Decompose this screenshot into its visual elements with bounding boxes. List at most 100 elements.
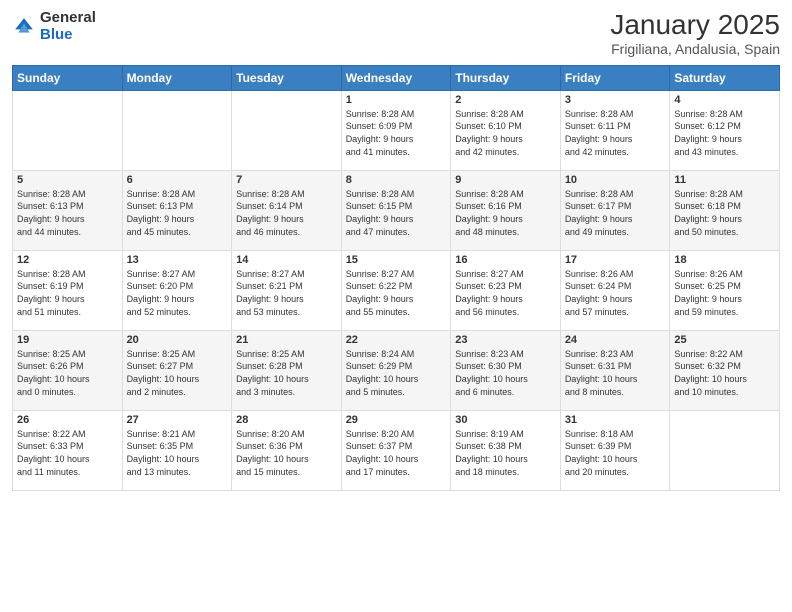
day-info: Sunrise: 8:23 AM Sunset: 6:31 PM Dayligh… — [565, 348, 666, 398]
day-number: 19 — [17, 334, 118, 346]
page: General Blue January 2025 Frigiliana, An… — [0, 0, 792, 612]
day-info: Sunrise: 8:27 AM Sunset: 6:21 PM Dayligh… — [236, 268, 337, 318]
table-row: 10 Sunrise: 8:28 AM Sunset: 6:17 PM Dayli… — [560, 170, 670, 250]
calendar-week-row: 19 Sunrise: 8:25 AM Sunset: 6:26 PM Dayli… — [13, 330, 780, 410]
table-row: 2 Sunrise: 8:28 AM Sunset: 6:10 PM Daylig… — [451, 90, 561, 170]
day-number: 8 — [346, 174, 447, 186]
day-info: Sunrise: 8:19 AM Sunset: 6:38 PM Dayligh… — [455, 428, 556, 478]
day-number: 11 — [674, 174, 775, 186]
day-number: 17 — [565, 254, 666, 266]
day-number: 15 — [346, 254, 447, 266]
day-info: Sunrise: 8:28 AM Sunset: 6:11 PM Dayligh… — [565, 108, 666, 158]
table-row — [232, 90, 342, 170]
day-info: Sunrise: 8:27 AM Sunset: 6:20 PM Dayligh… — [127, 268, 228, 318]
table-row: 26Sunrise: 8:22 AM Sunset: 6:33 PM Dayli… — [13, 410, 123, 490]
day-info: Sunrise: 8:26 AM Sunset: 6:25 PM Dayligh… — [674, 268, 775, 318]
day-info: Sunrise: 8:23 AM Sunset: 6:30 PM Dayligh… — [455, 348, 556, 398]
day-info: Sunrise: 8:28 AM Sunset: 6:14 PM Dayligh… — [236, 188, 337, 238]
logo-icon — [12, 15, 36, 39]
table-row: 6 Sunrise: 8:28 AM Sunset: 6:13 PM Daylig… — [122, 170, 232, 250]
table-row: 23Sunrise: 8:23 AM Sunset: 6:30 PM Dayli… — [451, 330, 561, 410]
table-row — [670, 410, 780, 490]
day-number: 27 — [127, 414, 228, 426]
day-info: Sunrise: 8:18 AM Sunset: 6:39 PM Dayligh… — [565, 428, 666, 478]
header-monday: Monday — [122, 65, 232, 90]
day-info: Sunrise: 8:21 AM Sunset: 6:35 PM Dayligh… — [127, 428, 228, 478]
day-info: Sunrise: 8:28 AM Sunset: 6:13 PM Dayligh… — [127, 188, 228, 238]
day-number: 6 — [127, 174, 228, 186]
day-number: 2 — [455, 94, 556, 106]
weekday-header-row: Sunday Monday Tuesday Wednesday Thursday… — [13, 65, 780, 90]
day-info: Sunrise: 8:27 AM Sunset: 6:22 PM Dayligh… — [346, 268, 447, 318]
day-number: 12 — [17, 254, 118, 266]
day-info: Sunrise: 8:26 AM Sunset: 6:24 PM Dayligh… — [565, 268, 666, 318]
day-info: Sunrise: 8:22 AM Sunset: 6:32 PM Dayligh… — [674, 348, 775, 398]
day-info: Sunrise: 8:28 AM Sunset: 6:12 PM Dayligh… — [674, 108, 775, 158]
day-info: Sunrise: 8:28 AM Sunset: 6:19 PM Dayligh… — [17, 268, 118, 318]
day-info: Sunrise: 8:28 AM Sunset: 6:18 PM Dayligh… — [674, 188, 775, 238]
day-info: Sunrise: 8:24 AM Sunset: 6:29 PM Dayligh… — [346, 348, 447, 398]
table-row: 17 Sunrise: 8:26 AM Sunset: 6:24 PM Dayli… — [560, 250, 670, 330]
calendar-subtitle: Frigiliana, Andalusia, Spain — [610, 41, 780, 57]
day-info: Sunrise: 8:28 AM Sunset: 6:15 PM Dayligh… — [346, 188, 447, 238]
table-row: 8 Sunrise: 8:28 AM Sunset: 6:15 PM Daylig… — [341, 170, 451, 250]
table-row — [13, 90, 123, 170]
day-info: Sunrise: 8:28 AM Sunset: 6:13 PM Dayligh… — [17, 188, 118, 238]
calendar-week-row: 5 Sunrise: 8:28 AM Sunset: 6:13 PM Daylig… — [13, 170, 780, 250]
day-info: Sunrise: 8:20 AM Sunset: 6:36 PM Dayligh… — [236, 428, 337, 478]
day-number: 22 — [346, 334, 447, 346]
header: General Blue January 2025 Frigiliana, An… — [12, 10, 780, 57]
day-number: 31 — [565, 414, 666, 426]
table-row: 14Sunrise: 8:27 AM Sunset: 6:21 PM Dayli… — [232, 250, 342, 330]
day-number: 5 — [17, 174, 118, 186]
day-number: 29 — [346, 414, 447, 426]
table-row — [122, 90, 232, 170]
table-row: 28 Sunrise: 8:20 AM Sunset: 6:36 PM Dayli… — [232, 410, 342, 490]
header-tuesday: Tuesday — [232, 65, 342, 90]
calendar-table: Sunday Monday Tuesday Wednesday Thursday… — [12, 65, 780, 491]
logo: General Blue — [12, 10, 96, 43]
calendar-week-row: 1Sunrise: 8:28 AM Sunset: 6:09 PM Daylig… — [13, 90, 780, 170]
title-block: January 2025 Frigiliana, Andalusia, Spai… — [610, 10, 780, 57]
table-row: 9 Sunrise: 8:28 AM Sunset: 6:16 PM Daylig… — [451, 170, 561, 250]
day-number: 28 — [236, 414, 337, 426]
day-info: Sunrise: 8:28 AM Sunset: 6:17 PM Dayligh… — [565, 188, 666, 238]
day-number: 10 — [565, 174, 666, 186]
day-number: 9 — [455, 174, 556, 186]
table-row: 3 Sunrise: 8:28 AM Sunset: 6:11 PM Daylig… — [560, 90, 670, 170]
calendar-week-row: 12 Sunrise: 8:28 AM Sunset: 6:19 PM Dayli… — [13, 250, 780, 330]
table-row: 25 Sunrise: 8:22 AM Sunset: 6:32 PM Dayli… — [670, 330, 780, 410]
table-row: 30Sunrise: 8:19 AM Sunset: 6:38 PM Dayli… — [451, 410, 561, 490]
header-friday: Friday — [560, 65, 670, 90]
day-info: Sunrise: 8:25 AM Sunset: 6:26 PM Dayligh… — [17, 348, 118, 398]
table-row: 20Sunrise: 8:25 AM Sunset: 6:27 PM Dayli… — [122, 330, 232, 410]
day-number: 21 — [236, 334, 337, 346]
calendar-week-row: 26Sunrise: 8:22 AM Sunset: 6:33 PM Dayli… — [13, 410, 780, 490]
day-number: 4 — [674, 94, 775, 106]
logo-text: General Blue — [40, 10, 96, 43]
day-info: Sunrise: 8:28 AM Sunset: 6:10 PM Dayligh… — [455, 108, 556, 158]
day-number: 13 — [127, 254, 228, 266]
day-number: 25 — [674, 334, 775, 346]
header-wednesday: Wednesday — [341, 65, 451, 90]
day-info: Sunrise: 8:20 AM Sunset: 6:37 PM Dayligh… — [346, 428, 447, 478]
header-thursday: Thursday — [451, 65, 561, 90]
day-number: 26 — [17, 414, 118, 426]
table-row: 19 Sunrise: 8:25 AM Sunset: 6:26 PM Dayli… — [13, 330, 123, 410]
table-row: 29 Sunrise: 8:20 AM Sunset: 6:37 PM Dayli… — [341, 410, 451, 490]
day-number: 16 — [455, 254, 556, 266]
day-number: 24 — [565, 334, 666, 346]
table-row: 31 Sunrise: 8:18 AM Sunset: 6:39 PM Dayli… — [560, 410, 670, 490]
table-row: 5 Sunrise: 8:28 AM Sunset: 6:13 PM Daylig… — [13, 170, 123, 250]
table-row: 1Sunrise: 8:28 AM Sunset: 6:09 PM Daylig… — [341, 90, 451, 170]
day-number: 1 — [346, 94, 447, 106]
table-row: 11 Sunrise: 8:28 AM Sunset: 6:18 PM Dayli… — [670, 170, 780, 250]
day-number: 20 — [127, 334, 228, 346]
table-row: 21Sunrise: 8:25 AM Sunset: 6:28 PM Dayli… — [232, 330, 342, 410]
day-number: 3 — [565, 94, 666, 106]
day-info: Sunrise: 8:28 AM Sunset: 6:16 PM Dayligh… — [455, 188, 556, 238]
logo-general-text: General — [40, 10, 96, 27]
logo-blue-text: Blue — [40, 27, 96, 44]
table-row: 7Sunrise: 8:28 AM Sunset: 6:14 PM Daylig… — [232, 170, 342, 250]
table-row: 16Sunrise: 8:27 AM Sunset: 6:23 PM Dayli… — [451, 250, 561, 330]
